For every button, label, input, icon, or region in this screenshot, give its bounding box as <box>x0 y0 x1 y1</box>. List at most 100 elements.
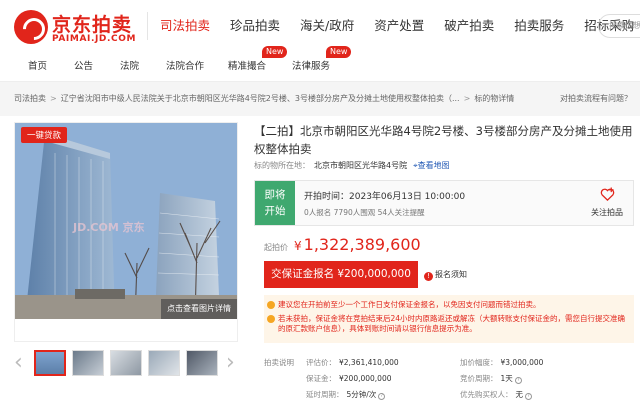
main-nav-item[interactable]: 破产拍卖 <box>434 0 504 52</box>
tip-item: 建议您在开拍前至少一个工作日支付保证金报名，以免因支付问题而错过拍卖。 <box>267 300 628 310</box>
one-click-loan-tag[interactable]: 一键贷款 <box>21 127 68 143</box>
sub-nav-label: 公告 <box>74 61 94 72</box>
auction-info-section-title: 拍卖说明 <box>264 358 294 367</box>
breadcrumb-separator: > <box>463 94 471 103</box>
site-logo[interactable]: 京东拍卖 PAIMAI.JD.COM <box>14 8 144 46</box>
status-line-1: 即将 <box>264 189 286 201</box>
help-icon[interactable]: ? <box>378 393 386 400</box>
help-icon[interactable]: ? <box>525 393 532 400</box>
tips-panel: 建议您在开拍前至少一个工作日支付保证金报名，以免因支付问题而错过拍卖。 若未获拍… <box>264 295 634 343</box>
auction-info-item: 保证金： ¥200,000,000 <box>306 373 392 384</box>
tip-item: 若未获拍，保证金将在竞拍结束后24小时内原路返还或解冻（大额转账支付保证金的，需… <box>267 314 628 334</box>
info-label: 竞价周期： <box>460 374 498 383</box>
pay-deposit-register-button[interactable]: 交保证金报名 ¥200,000,000 <box>264 261 418 288</box>
sub-nav-item[interactable]: 法院 <box>120 52 139 82</box>
chevron-left-icon[interactable]: ‹ <box>14 352 23 374</box>
registration-notice-link[interactable]: ! 报名须知 <box>424 261 467 288</box>
tip-text: 建议您在开拍前至少一个工作日支付保证金报名，以免因支付问题而错过拍卖。 <box>278 300 541 309</box>
main-nav-item[interactable]: 拍卖服务 <box>504 0 574 52</box>
thumbnail-2[interactable] <box>72 350 104 376</box>
chevron-right-icon[interactable]: › <box>226 352 235 374</box>
starting-price: 起拍价 ¥1,322,389,600 <box>264 235 421 254</box>
thumbnail-strip: ‹ › <box>14 346 238 382</box>
info-value: ¥3,000,000 <box>500 358 544 367</box>
main-nav-item[interactable]: 海关/政府 <box>290 0 364 52</box>
main-nav-item[interactable]: 司法拍卖 <box>150 0 220 52</box>
sub-nav-item[interactable]: 公告 <box>74 52 93 82</box>
auction-info: 拍卖说明 评估价： ¥2,361,410,000 加价幅度： ¥3,000,000 保证… <box>264 355 636 407</box>
new-badge: New <box>326 46 352 58</box>
sub-nav-label: 首页 <box>28 61 48 72</box>
info-label: 加价幅度： <box>460 358 498 367</box>
sub-nav-item[interactable]: 法院合作 <box>166 52 204 82</box>
view-photo-details-button[interactable]: 点击查看图片详情 <box>161 299 237 319</box>
auction-info-item: 竞价周期： 1天? <box>460 373 522 384</box>
search-input[interactable]: 搜索你想要的拍品 <box>598 14 640 38</box>
info-label: 延时周期： <box>306 390 344 399</box>
breadcrumb-bar: 司法拍卖 > 辽宁省沈阳市中级人民法院关于北京市朝阳区光华路4号院2号楼、3号楼部分… <box>0 82 640 116</box>
info-label: 评估价： <box>306 358 336 367</box>
follow-item-label: 关注拍品 <box>591 208 623 217</box>
top-header: 京东拍卖 PAIMAI.JD.COM 司法拍卖 珍品拍卖 海关/政府 资产处置 破产拍卖… <box>0 0 640 52</box>
help-icon[interactable]: ? <box>514 377 522 384</box>
main-photo[interactable]: 一键贷款 JD.COM 京东 点击查看图片详情 <box>15 123 237 319</box>
sub-nav-label: 精准撮合 <box>228 61 267 72</box>
sub-nav-label: 法院合作 <box>166 61 205 72</box>
location-address: 北京市朝阳区光华路4号院 <box>314 161 408 170</box>
info-value: ¥200,000,000 <box>339 374 392 383</box>
status-badge: 即将 开始 <box>255 181 295 225</box>
logo-icon <box>14 10 48 44</box>
location-label: 标的物所在地： <box>254 161 310 170</box>
participant-counts: 0人报名 7790人围观 54人关注提醒 <box>304 208 425 217</box>
thumbnail-4[interactable] <box>148 350 180 376</box>
auction-status-box: 即将 开始 开拍时间：2023年06月13日 10:00:00 0人报名 779… <box>254 180 634 226</box>
thumbnail-5[interactable] <box>186 350 218 376</box>
sub-nav-label: 法律服务 <box>292 61 331 72</box>
watermark: JD.COM 京东 <box>73 221 145 234</box>
info-label: 保证金： <box>306 374 336 383</box>
sub-nav-item[interactable]: 法律服务 New <box>292 46 352 82</box>
info-value: 无 <box>515 390 524 399</box>
info-label: 优先购买权人： <box>460 390 513 399</box>
item-location: 标的物所在地： 北京市朝阳区光华路4号院 ⌖查看地图 <box>254 160 450 171</box>
info-value: 1天 <box>500 374 513 383</box>
auction-info-item: 优先购买权人：无? <box>460 389 532 400</box>
sub-nav: 首页 公告 法院 法院合作 精准撮合 New 法律服务 New <box>0 46 640 82</box>
logo-text-en: PAIMAI.JD.COM <box>52 34 137 44</box>
info-icon <box>267 315 275 323</box>
view-map-label: 查看地图 <box>417 161 450 170</box>
auction-info-item: 加价幅度： ¥3,000,000 <box>460 357 543 368</box>
price-amount: 1,322,389,600 <box>303 235 421 254</box>
breadcrumb: 司法拍卖 > 辽宁省沈阳市中级人民法院关于北京市朝阳区光华路4号院2号楼、3号楼部分… <box>14 82 514 116</box>
breadcrumb-item-court[interactable]: 辽宁省沈阳市中级人民法院关于北京市朝阳区光华路4号院2号楼、3号楼部分房产及分摊… <box>61 94 460 103</box>
start-time: 开拍时间：2023年06月13日 10:00:00 <box>304 189 465 202</box>
breadcrumb-item-current: 标的物详情 <box>474 94 515 103</box>
info-value: 5分钟/次 <box>346 390 377 399</box>
heart-plus-icon <box>600 187 614 202</box>
info-value: ¥2,361,410,000 <box>339 358 399 367</box>
tip-text: 若未获拍，保证金将在竞拍结束后24小时内原路返还或解冻（大额转账支付保证金的，需… <box>278 314 626 333</box>
image-gallery: 一键贷款 JD.COM 京东 点击查看图片详情 <box>14 122 238 342</box>
sub-nav-label: 法院 <box>120 61 140 72</box>
new-badge: New <box>262 46 288 58</box>
start-time-value: 2023年06月13日 10:00:00 <box>349 192 466 202</box>
follow-item-button[interactable]: 关注拍品 <box>587 185 627 218</box>
status-line-2: 开始 <box>264 205 286 217</box>
thumbnail-1[interactable] <box>34 350 66 376</box>
auction-info-item: 评估价： ¥2,361,410,000 <box>306 357 399 368</box>
thumbnail-3[interactable] <box>110 350 142 376</box>
registration-notice-label: 报名须知 <box>435 270 467 279</box>
sub-nav-item[interactable]: 精准撮合 New <box>228 46 288 82</box>
breadcrumb-item-home[interactable]: 司法拍卖 <box>14 94 46 103</box>
auction-info-item: 延时周期： 5分钟/次? <box>306 389 386 400</box>
alert-icon: ! <box>424 272 433 281</box>
currency-symbol: ¥ <box>294 239 302 253</box>
start-time-label: 开拍时间： <box>304 192 350 202</box>
main-nav-item[interactable]: 珍品拍卖 <box>220 0 290 52</box>
sub-nav-item[interactable]: 首页 <box>28 52 47 82</box>
view-map-link[interactable]: ⌖查看地图 <box>413 161 450 170</box>
logo-text-cn: 京东拍卖 <box>52 14 133 36</box>
main-nav-item[interactable]: 资产处置 <box>364 0 434 52</box>
info-icon <box>267 301 275 309</box>
process-help-link[interactable]: 对拍卖流程有问题？ <box>560 82 632 116</box>
